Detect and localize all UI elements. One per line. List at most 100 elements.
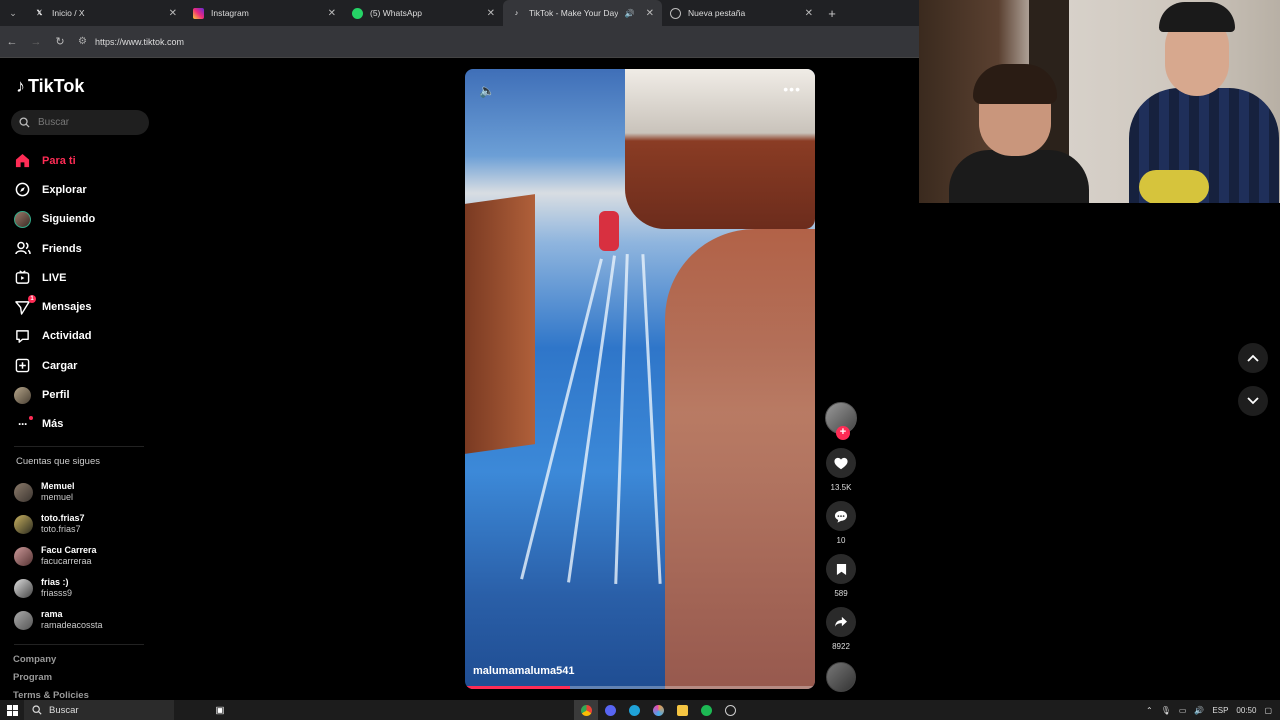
sidebar: ♪ TikTok Buscar Para ti Explorar Siguien…	[0, 58, 160, 701]
comment-action[interactable]: 10	[823, 501, 859, 546]
chrome-taskbar-icon[interactable]	[574, 700, 598, 720]
next-video-button[interactable]	[1238, 386, 1268, 416]
nav-actividad[interactable]: Actividad	[14, 322, 95, 351]
comment-icon[interactable]	[826, 501, 856, 531]
nav-siguiendo[interactable]: Siguiendo	[14, 205, 95, 234]
tab-title: Inicio / X	[52, 8, 85, 18]
discord-icon[interactable]	[598, 700, 622, 720]
microphone-icon[interactable]: 🎙	[1161, 706, 1171, 715]
browser-tab-strip: ⌄ 𝕏 Inicio / X ✕ Instagram ✕ (5) WhatsAp…	[0, 0, 919, 26]
tab-tiktok[interactable]: ♪ TikTok - Make Your Day 🔊 ✕	[503, 0, 662, 26]
speaker-icon[interactable]: 🔊	[625, 9, 635, 18]
nav-perfil[interactable]: Perfil	[14, 380, 95, 409]
language-indicator[interactable]: ESP	[1212, 706, 1228, 715]
video-progress-bar[interactable]	[465, 686, 815, 689]
taskbar-search[interactable]: Buscar	[24, 700, 174, 720]
bookmark-icon[interactable]	[826, 554, 856, 584]
forward-icon[interactable]: →	[24, 36, 48, 48]
tab-whatsapp[interactable]: (5) WhatsApp ✕	[344, 0, 503, 26]
share-count: 8922	[832, 642, 850, 651]
tiktok-logo[interactable]: ♪ TikTok	[16, 76, 84, 97]
nav-label: Siguiendo	[42, 213, 96, 226]
live-icon	[14, 269, 31, 286]
share-icon[interactable]	[826, 607, 856, 637]
message-badge: 1	[28, 295, 36, 304]
tray-expand-icon[interactable]: ⌃	[1146, 706, 1153, 715]
video-author[interactable]: malumamaluma541	[473, 665, 575, 677]
site-info-icon[interactable]: ⚙	[78, 36, 87, 47]
more-options-icon[interactable]: •••	[783, 81, 801, 97]
avatar	[14, 546, 33, 566]
new-tab-button[interactable]: +	[821, 6, 843, 21]
following-account[interactable]: frias :) friasss9	[14, 572, 103, 604]
paint-icon[interactable]	[646, 700, 670, 720]
nav-friends[interactable]: Friends	[14, 234, 95, 263]
video-scene-wall	[465, 194, 535, 454]
url-field[interactable]: ⚙ https://www.tiktok.com	[78, 36, 184, 47]
heart-icon[interactable]	[826, 448, 856, 478]
nav-para-ti[interactable]: Para ti	[14, 146, 95, 175]
tab-title: Nueva pestaña	[688, 8, 746, 18]
following-account[interactable]: Facu Carrera facucarreraa	[14, 540, 103, 572]
nav-mas[interactable]: ··· Más	[14, 410, 95, 439]
tab-new-tab[interactable]: Nueva pestaña ✕	[662, 0, 821, 26]
footer-link-company[interactable]: Company	[13, 654, 89, 672]
whatsapp-icon	[352, 7, 363, 19]
tab-x[interactable]: 𝕏 Inicio / X ✕	[26, 0, 185, 26]
close-tab-icon[interactable]: ✕	[169, 8, 177, 19]
chrome-icon	[670, 7, 681, 19]
friends-icon	[14, 240, 31, 257]
sound-avatar[interactable]	[826, 662, 856, 692]
save-action[interactable]: 589	[823, 554, 859, 599]
close-tab-icon[interactable]: ✕	[646, 8, 654, 19]
video-progress-fill	[465, 686, 570, 689]
webcam-cup	[1139, 170, 1209, 203]
clock[interactable]: 00:50	[1236, 706, 1256, 715]
settings-icon[interactable]	[718, 700, 742, 720]
footer-link-program[interactable]: Program	[13, 672, 89, 690]
share-action[interactable]: 8922	[823, 607, 859, 652]
following-account[interactable]: toto.frias7 toto.frias7	[14, 508, 103, 540]
spotify-icon[interactable]	[694, 700, 718, 720]
webcam-overlay	[919, 0, 1280, 203]
nav-label: Perfil	[42, 389, 70, 402]
author-avatar[interactable]: +	[825, 402, 857, 440]
search-icon	[32, 705, 42, 715]
volume-icon[interactable]: 🔊	[1194, 706, 1204, 715]
video-scene-stripe	[614, 254, 629, 584]
search-input[interactable]: Buscar	[11, 110, 149, 135]
task-view-icon[interactable]: ▣	[208, 700, 232, 720]
following-account[interactable]: rama ramadeacossta	[14, 604, 103, 636]
volume-icon[interactable]: 🔈	[479, 83, 495, 99]
chevron-down-icon	[1247, 397, 1259, 405]
avatar	[14, 610, 33, 630]
tab-search-icon[interactable]: ⌄	[0, 0, 26, 26]
reload-icon[interactable]: ↻	[48, 35, 72, 48]
close-tab-icon[interactable]: ✕	[328, 8, 336, 19]
instagram-icon	[193, 7, 204, 19]
os-taskbar: Buscar ▣ ⌃ 🎙 ▭ 🔊 ESP 00:50 ▢	[0, 700, 1280, 720]
nav-cargar[interactable]: Cargar	[14, 351, 95, 380]
nav-explorar[interactable]: Explorar	[14, 175, 95, 204]
windows-start-icon[interactable]	[0, 704, 24, 716]
nav-mensajes[interactable]: 1 Mensajes	[14, 292, 95, 321]
following-title: Cuentas que sigues	[16, 456, 100, 467]
tab-instagram[interactable]: Instagram ✕	[185, 0, 344, 26]
following-account[interactable]: Memuel memuel	[14, 476, 103, 508]
back-icon[interactable]: ←	[0, 36, 24, 48]
edge-icon[interactable]	[622, 700, 646, 720]
nav-live[interactable]: LIVE	[14, 263, 95, 292]
notification-icon[interactable]: ▢	[1264, 706, 1272, 715]
file-explorer-icon[interactable]	[670, 700, 694, 720]
close-tab-icon[interactable]: ✕	[487, 8, 495, 19]
follow-plus-icon[interactable]: +	[836, 426, 850, 440]
like-action[interactable]: 13.5K	[823, 448, 859, 493]
video-player[interactable]: 🔈 ••• malumamaluma541	[465, 69, 815, 689]
previous-video-button[interactable]	[1238, 343, 1268, 373]
tab-title: (5) WhatsApp	[370, 8, 422, 18]
close-tab-icon[interactable]: ✕	[805, 8, 813, 19]
account-name: toto.frias7	[41, 513, 85, 523]
network-icon[interactable]: ▭	[1179, 706, 1187, 715]
account-handle: friasss9	[41, 588, 73, 598]
webcam-person-left	[949, 64, 1089, 203]
